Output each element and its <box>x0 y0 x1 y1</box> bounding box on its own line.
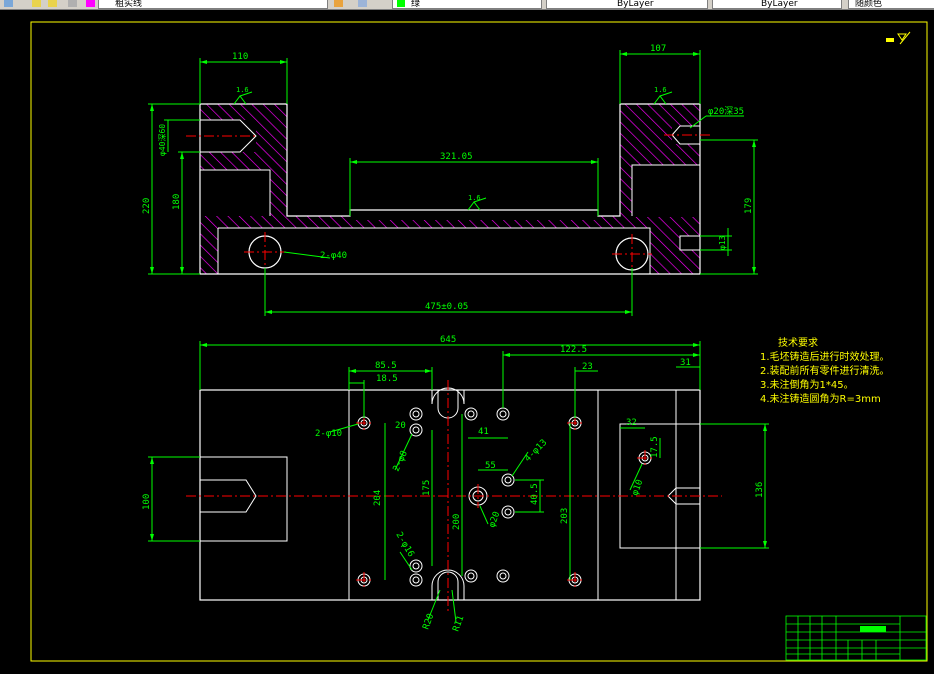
linetype-dropdown[interactable]: ByLayer <box>546 0 708 9</box>
dim-20: 20 <box>395 421 406 431</box>
drawing-canvas[interactable]: 110 107 321.05 475±0.05 1.6 1.6 1.6 2-φ4… <box>0 10 934 674</box>
properties-toolbar: 粗实线 绿 ByLayer ByLayer 随颜色 <box>0 0 934 10</box>
lightbulb-icon[interactable] <box>48 0 57 7</box>
layer-previous-icon[interactable] <box>358 0 367 7</box>
dim-136: 136 <box>755 482 765 498</box>
dim-phi20-deep35: φ20深35 <box>708 106 744 117</box>
dim-18-5: 18.5 <box>376 374 398 384</box>
dim-r20: R20 <box>421 612 436 631</box>
make-current-icon[interactable] <box>334 0 343 7</box>
dim-100: 100 <box>142 494 152 510</box>
note-line-1: 1.毛坯铸造后进行时效处理。 <box>760 350 890 363</box>
color-dropdown[interactable]: 绿 <box>392 0 542 9</box>
note-line-2: 2.装配前所有零件进行清洗。 <box>760 364 890 377</box>
layer-state-icon[interactable] <box>32 0 41 7</box>
plotstyle-value: 随颜色 <box>855 0 883 9</box>
dim-31: 31 <box>680 358 691 368</box>
dim-phi20: φ20 <box>487 510 502 529</box>
dim-4phi13: 4-φ13 <box>523 438 549 464</box>
rough-mid: 1.6 <box>468 194 481 202</box>
layer-dropdown[interactable]: 粗实线 <box>98 0 328 9</box>
dim-55: 55 <box>485 461 496 471</box>
notes-title: 技术要求 <box>778 336 818 349</box>
dim-17-5: 17.5 <box>650 436 660 458</box>
dim-23: 23 <box>582 362 593 372</box>
color-swatch-icon <box>397 0 405 7</box>
dim-32: 32 <box>626 418 637 428</box>
color-name: 绿 <box>411 0 421 9</box>
note-line-4: 4.未注铸造圆角为R=3mm <box>760 392 881 405</box>
dim-40-5: 40.5 <box>530 483 540 505</box>
dim-180: 180 <box>172 194 182 210</box>
rough-right: 1.6 <box>654 86 667 94</box>
cad-drawing: 110 107 321.05 475±0.05 1.6 1.6 1.6 2-φ4… <box>30 21 928 662</box>
dim-2phi16: 2-φ16 <box>393 531 415 559</box>
technical-notes: 技术要求 1.毛坯铸造后进行时效处理。 2.装配前所有零件进行清洗。 3.未注倒… <box>760 336 890 405</box>
top-section-view: 110 107 321.05 475±0.05 1.6 1.6 1.6 2-φ4… <box>142 44 758 316</box>
lineweight-value: ByLayer <box>761 0 798 9</box>
plotstyle-dropdown[interactable]: 随颜色 <box>848 0 934 9</box>
dim-107: 107 <box>650 44 666 54</box>
dim-645: 645 <box>440 335 456 345</box>
title-block-name-field <box>860 626 886 632</box>
note-line-3: 3.未注倒角为1*45。 <box>760 378 854 391</box>
dim-110: 110 <box>232 52 248 62</box>
base-outline <box>199 389 701 601</box>
dim-321: 321.05 <box>440 152 473 162</box>
dim-phi13: φ13 <box>718 235 727 250</box>
dim-203: 203 <box>560 508 570 524</box>
dim-r11: R11 <box>451 614 466 633</box>
dim-122-5: 122.5 <box>560 345 587 355</box>
dim-204: 204 <box>373 490 383 506</box>
layer-manager-icon[interactable] <box>4 0 13 7</box>
dim-2phi10: 2-φ10 <box>315 429 342 439</box>
dim-phi10: φ10 <box>630 478 645 497</box>
dim-2phi40: 2-φ40 <box>320 251 347 261</box>
title-block <box>785 615 927 661</box>
dim-phi40-deep60: φ40深60 <box>158 124 167 156</box>
lock-icon[interactable] <box>68 0 77 7</box>
rough-left: 1.6 <box>236 86 249 94</box>
dim-179: 179 <box>744 198 754 214</box>
dim-220: 220 <box>142 198 152 214</box>
dim-2phi8: 2-φ8 <box>392 449 410 473</box>
dim-41: 41 <box>478 427 489 437</box>
dim-475: 475±0.05 <box>425 302 468 312</box>
osnap-marker-icon <box>886 31 911 45</box>
linetype-value: ByLayer <box>617 0 654 9</box>
layer-color-icon <box>86 0 95 7</box>
dim-200: 200 <box>452 514 462 530</box>
bottom-plan-view: 645 85.5 18.5 122.5 31 23 32 41 55 20 2-… <box>142 335 769 633</box>
lineweight-dropdown[interactable]: ByLayer <box>712 0 842 9</box>
dim-175: 175 <box>422 480 432 496</box>
dim-85-5: 85.5 <box>375 361 397 371</box>
layer-name: 粗实线 <box>115 0 143 9</box>
